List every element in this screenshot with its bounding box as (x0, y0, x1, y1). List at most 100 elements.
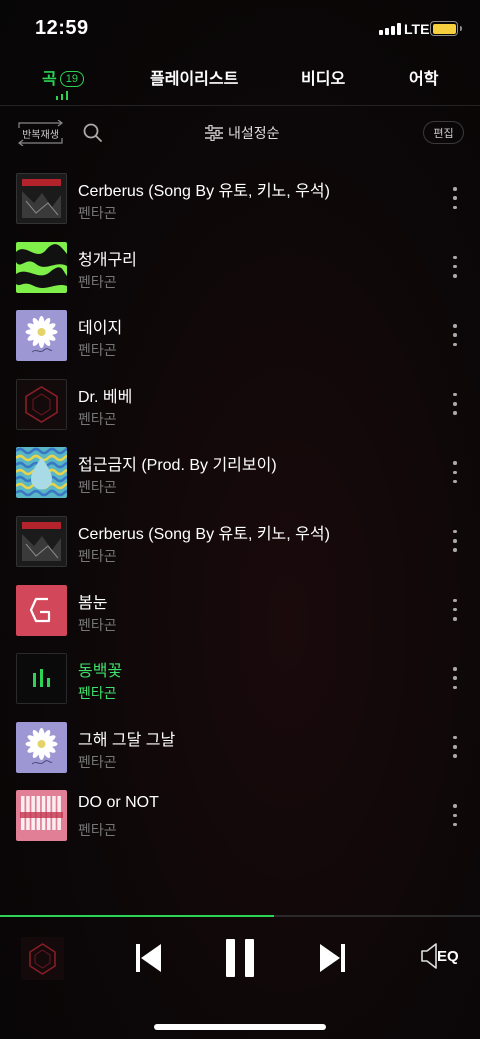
song-list: Cerberus (Song By 유토, 키노, 우석) 펜타곤 청개구리 펜타곤 데… (0, 163, 480, 849)
more-options-button[interactable] (447, 392, 463, 415)
more-dot (453, 754, 457, 758)
more-dot (453, 822, 457, 827)
song-artist: 펜타곤 (78, 479, 117, 496)
song-artist: 펜타곤 (78, 342, 117, 359)
more-dot (453, 685, 457, 690)
album-art[interactable] (16, 515, 67, 567)
more-dot (453, 479, 457, 484)
album-art[interactable] (16, 447, 67, 499)
more-dot (453, 264, 457, 269)
signal-icon (379, 23, 401, 35)
more-dot (453, 461, 457, 465)
previous-button[interactable] (136, 943, 162, 978)
tab-language[interactable]: 어학 (409, 65, 438, 89)
song-artist: 펜타곤 (78, 547, 117, 564)
tab-songs-label: 곡 (42, 71, 57, 88)
mini-player: EQ (0, 917, 480, 1003)
more-options-button[interactable] (447, 598, 463, 621)
more-options-button[interactable] (447, 324, 463, 347)
search-button[interactable] (82, 122, 104, 144)
song-row[interactable]: Cerberus (Song By 유토, 키노, 우석) 펜타곤 (0, 506, 480, 575)
song-row[interactable]: 데이지펜타곤 (0, 300, 480, 369)
library-tabs: 곡 19 플레이리스트 비디오 어학 (0, 56, 480, 106)
sliders-icon (205, 125, 223, 141)
song-row[interactable]: Cerberus (Song By 유토, 키노, 우석) 펜타곤 (0, 163, 480, 232)
more-dot (453, 411, 457, 415)
album-art[interactable] (16, 378, 67, 430)
more-options-button[interactable] (447, 804, 463, 827)
song-row[interactable]: 동백꽃 펜타곤 (0, 643, 480, 712)
more-dot (453, 196, 457, 200)
eq-button[interactable]: EQ (418, 942, 459, 970)
more-dot (453, 205, 457, 209)
tab-playlists[interactable]: 플레이리스트 (150, 65, 238, 89)
song-row[interactable]: 청개구리펜타곤 (0, 232, 480, 301)
more-dot (453, 333, 457, 337)
more-dot (453, 342, 457, 347)
album-art[interactable] (16, 584, 67, 636)
more-options-button[interactable] (447, 187, 463, 209)
song-row[interactable]: 그해 그달 그날펜타곤 (0, 712, 480, 781)
next-icon (320, 944, 345, 972)
album-art[interactable] (16, 653, 67, 705)
song-row[interactable]: 접근금지 (Prod. By 기리보이) 펜타곤 (0, 437, 480, 506)
pause-button[interactable] (226, 939, 254, 982)
more-dot (453, 529, 457, 534)
more-options-button[interactable] (447, 735, 463, 758)
song-title: 봄눈 (78, 594, 108, 612)
song-title: 데이지 (78, 320, 123, 338)
battery-icon (430, 21, 462, 36)
song-row[interactable]: 봄눈펜타곤 (0, 575, 480, 644)
repeat-icon (18, 120, 63, 146)
more-dot (453, 274, 457, 278)
more-dot (453, 813, 457, 818)
album-art[interactable] (16, 241, 67, 293)
song-title: 청개구리 (78, 251, 137, 269)
status-bar: 12:59 LTE (0, 0, 480, 56)
tab-videos[interactable]: 비디오 (301, 65, 345, 89)
more-dot (453, 392, 457, 397)
song-row[interactable]: DO or NOT 펜타곤 (0, 780, 480, 849)
song-title: Cerberus (Song By 유토, 키노, 우석) (78, 525, 330, 543)
more-dot (453, 539, 457, 543)
song-row[interactable]: Dr. 베베 펜타곤 (0, 369, 480, 438)
song-artist: 펜타곤 (78, 410, 117, 427)
edit-button[interactable]: 편집 (423, 121, 464, 144)
more-dot (453, 470, 457, 475)
more-dot (453, 402, 457, 406)
album-art[interactable] (16, 721, 67, 773)
more-options-button[interactable] (447, 255, 463, 278)
album-art[interactable] (16, 310, 67, 362)
more-options-button[interactable] (447, 667, 463, 690)
more-dot (453, 324, 457, 328)
more-dot (453, 598, 457, 603)
network-label: LTE (404, 21, 430, 37)
song-title: 접근금지 (Prod. By 기리보이) (78, 457, 277, 475)
more-dot (453, 667, 457, 671)
home-indicator (154, 1024, 326, 1030)
song-artist: 펜타곤 (78, 273, 117, 290)
tab-songs[interactable]: 곡 19 (42, 65, 84, 89)
search-icon (83, 123, 102, 142)
more-options-button[interactable] (447, 529, 463, 552)
song-artist: 펜타곤 (78, 616, 117, 633)
now-playing-album-art[interactable] (21, 937, 64, 980)
more-options-button[interactable] (447, 461, 463, 484)
song-artist: 펜타곤 (78, 685, 117, 702)
list-toolbar: 반복재생 내설정순 편집 (0, 106, 480, 162)
more-dot (453, 735, 457, 740)
song-artist: 펜타곤 (78, 753, 117, 770)
more-dot (453, 745, 457, 749)
album-art[interactable] (16, 173, 67, 224)
pause-icon (226, 939, 254, 977)
song-title: 그해 그달 그날 (78, 731, 176, 749)
more-dot (453, 804, 457, 808)
album-art[interactable] (16, 790, 67, 842)
sort-button[interactable]: 내설정순 (205, 120, 280, 146)
previous-icon (136, 944, 161, 972)
next-button[interactable] (319, 943, 345, 978)
repeat-button[interactable]: 반복재생 (16, 120, 65, 146)
tab-songs-count: 19 (59, 71, 84, 87)
more-dot (453, 187, 457, 191)
more-dot (453, 607, 457, 612)
